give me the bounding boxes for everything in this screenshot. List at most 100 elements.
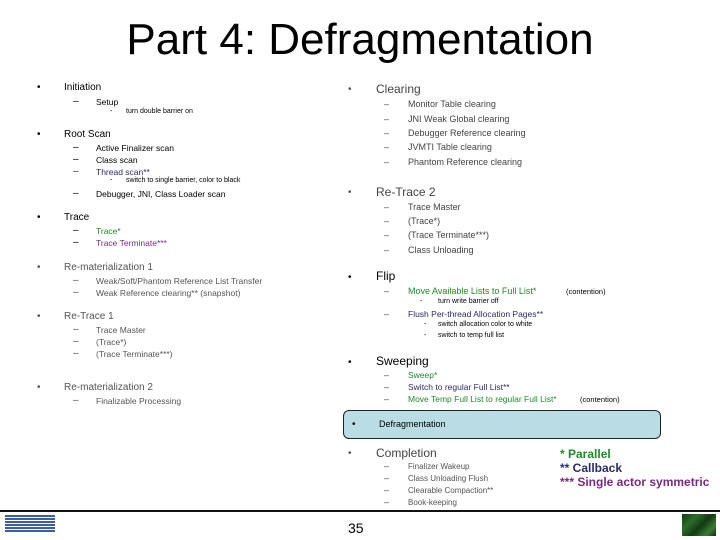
page-number: 35 <box>348 520 364 536</box>
contention-note: (contention) <box>580 395 620 404</box>
small-dash-icon: - <box>420 298 423 305</box>
trace-item: Trace* <box>96 226 121 236</box>
retrace2-item: (Trace*) <box>408 216 441 226</box>
root-scan-item: Active Finalizer scan <box>96 143 174 153</box>
dash-icon: – <box>73 336 79 347</box>
flip-item: Flush Per-thread Allocation Pages** <box>408 309 544 319</box>
legend-parallel: * Parallel <box>560 447 611 461</box>
bullet-icon: • <box>37 262 41 273</box>
completion-item: Finalizer Wakeup <box>408 462 470 471</box>
bullet-icon: • <box>348 187 352 198</box>
dash-icon: – <box>384 394 390 404</box>
dash-icon: – <box>73 395 79 406</box>
root-scan-item: Debugger, JNI, Class Loader scan <box>96 189 226 199</box>
page-title: Part 4: Defragmentation <box>126 15 594 64</box>
dash-icon: – <box>384 382 390 392</box>
clearing-heading: Clearing <box>376 82 421 96</box>
clearing-item: Phantom Reference clearing <box>408 157 523 167</box>
flip-item: Move Available Lists to Full List* <box>408 286 537 296</box>
retrace1-item: (Trace Terminate***) <box>96 349 173 359</box>
ibm-logo <box>5 515 55 535</box>
retrace1-heading: Re-Trace 1 <box>64 311 114 322</box>
sweeping-item: Sweep* <box>408 370 438 380</box>
dash-icon: – <box>384 202 390 212</box>
bullet-icon: • <box>352 419 356 430</box>
dash-icon: – <box>73 166 79 177</box>
remat2-heading: Re-materialization 2 <box>64 382 153 393</box>
footer-divider <box>0 510 720 512</box>
bullet-icon: • <box>37 311 41 322</box>
bullet-icon: • <box>37 82 41 93</box>
completion-item: Class Unloading Flush <box>408 474 489 483</box>
defragmentation-heading: Defragmentation <box>379 419 446 429</box>
trace-heading: Trace <box>64 212 90 223</box>
root-scan-item: Thread scan** <box>96 167 150 177</box>
dash-icon: – <box>73 287 79 298</box>
bullet-icon: • <box>37 129 41 140</box>
dash-icon: – <box>384 309 390 319</box>
sweeping-item: Switch to regular Full List** <box>408 382 510 392</box>
legend-callback: ** Callback <box>560 461 623 475</box>
contention-note: (contention) <box>566 287 606 296</box>
small-dash-icon: - <box>424 332 427 339</box>
dash-icon: – <box>73 225 79 236</box>
clearing-item: JVMTI Table clearing <box>408 142 492 152</box>
retrace1-item: Trace Master <box>96 325 146 335</box>
retrace2-item: (Trace Terminate***) <box>408 230 490 240</box>
dash-icon: – <box>384 485 390 495</box>
remat1-item: Weak Reference clearing** (snapshot) <box>96 288 241 298</box>
retrace2-heading: Re-Trace 2 <box>376 185 436 199</box>
bullet-icon: • <box>37 382 41 393</box>
dash-icon: – <box>384 128 390 138</box>
sweeping-item: Move Temp Full List to regular Full List… <box>408 394 557 404</box>
flip-subitem: switch to temp full list <box>438 332 505 339</box>
dash-icon: – <box>384 230 390 240</box>
initiation-heading: Initiation <box>64 82 102 93</box>
bullet-icon: • <box>348 272 352 283</box>
completion-item: Clearable Compaction** <box>408 486 494 495</box>
dash-icon: – <box>384 461 390 471</box>
dash-icon: – <box>73 324 79 335</box>
trace-item: Trace Terminate*** <box>96 238 167 248</box>
bullet-icon: • <box>348 84 352 95</box>
flip-subitem: turn write barrier off <box>438 298 499 305</box>
dash-icon: – <box>384 99 390 109</box>
small-dash-icon: - <box>424 321 427 328</box>
clearing-item: Debugger Reference clearing <box>408 128 526 138</box>
retrace2-item: Trace Master <box>408 202 461 212</box>
completion-heading: Completion <box>376 446 437 460</box>
small-dash-icon: - <box>110 108 113 115</box>
initiation-item: Setup <box>96 97 119 107</box>
flip-subitem: switch allocation color to white <box>438 321 533 328</box>
flip-heading: Flip <box>376 269 396 283</box>
completion-item: Book-keeping <box>408 498 457 507</box>
corner-decorative-image <box>682 514 716 536</box>
bullet-icon: • <box>37 212 41 223</box>
initiation-subitem: turn double barrier on <box>126 108 193 115</box>
clearing-item: Monitor Table clearing <box>408 99 496 109</box>
dash-icon: – <box>73 348 79 359</box>
retrace2-item: Class Unloading <box>408 245 474 255</box>
bullet-icon: • <box>348 448 352 459</box>
retrace1-item: (Trace*) <box>96 337 127 347</box>
dash-icon: – <box>73 188 79 199</box>
dash-icon: – <box>73 237 79 248</box>
dash-icon: – <box>384 114 390 124</box>
dash-icon: – <box>73 96 79 107</box>
dash-icon: – <box>384 142 390 152</box>
dash-icon: – <box>384 157 390 167</box>
dash-icon: – <box>73 142 79 153</box>
root-scan-heading: Root Scan <box>64 129 111 140</box>
legend-single-actor: *** Single actor symmetric <box>560 475 710 489</box>
dash-icon: – <box>384 370 390 380</box>
small-dash-icon: - <box>110 177 113 184</box>
clearing-item: JNI Weak Global clearing <box>408 114 510 124</box>
dash-icon: – <box>384 216 390 226</box>
dash-icon: – <box>384 497 390 507</box>
dash-icon: – <box>384 473 390 483</box>
root-scan-subitem: switch to single barrier, color to black <box>126 177 241 184</box>
dash-icon: – <box>384 245 390 255</box>
legend: * Parallel ** Callback *** Single actor … <box>560 447 709 489</box>
dash-icon: – <box>73 154 79 165</box>
dash-icon: – <box>73 275 79 286</box>
